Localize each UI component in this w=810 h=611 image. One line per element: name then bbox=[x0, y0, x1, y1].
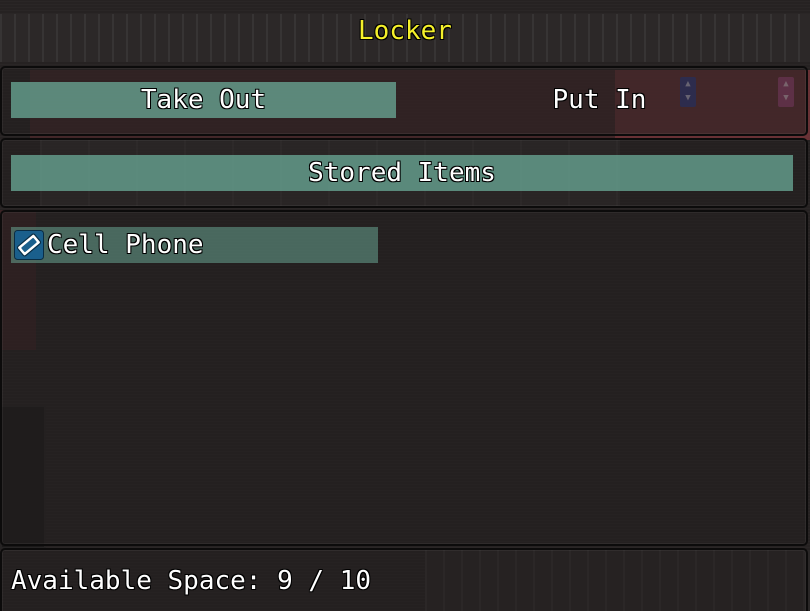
stored-items-label: Stored Items bbox=[308, 158, 496, 188]
stored-items-header: Stored Items bbox=[11, 155, 793, 191]
take-out-button[interactable]: Take Out bbox=[11, 82, 396, 118]
list-item-cell-phone[interactable]: Cell Phone bbox=[11, 227, 378, 263]
game-screen: ▲▼ ▲▼ Locker Take Out Put In Stored Item… bbox=[0, 0, 810, 611]
available-space-text: Available Space: 9 / 10 bbox=[11, 566, 372, 596]
item-name: Cell Phone bbox=[47, 230, 204, 260]
put-in-label: Put In bbox=[552, 85, 647, 115]
item-list-window: Cell Phone bbox=[0, 210, 808, 546]
list-header-window: Stored Items bbox=[0, 138, 808, 208]
command-window: Take Out Put In bbox=[0, 66, 808, 136]
title-bar: Locker bbox=[0, 0, 810, 62]
window-title: Locker bbox=[358, 16, 452, 46]
put-in-button[interactable]: Put In bbox=[407, 82, 792, 118]
take-out-label: Take Out bbox=[140, 85, 267, 115]
card-icon bbox=[14, 230, 44, 260]
